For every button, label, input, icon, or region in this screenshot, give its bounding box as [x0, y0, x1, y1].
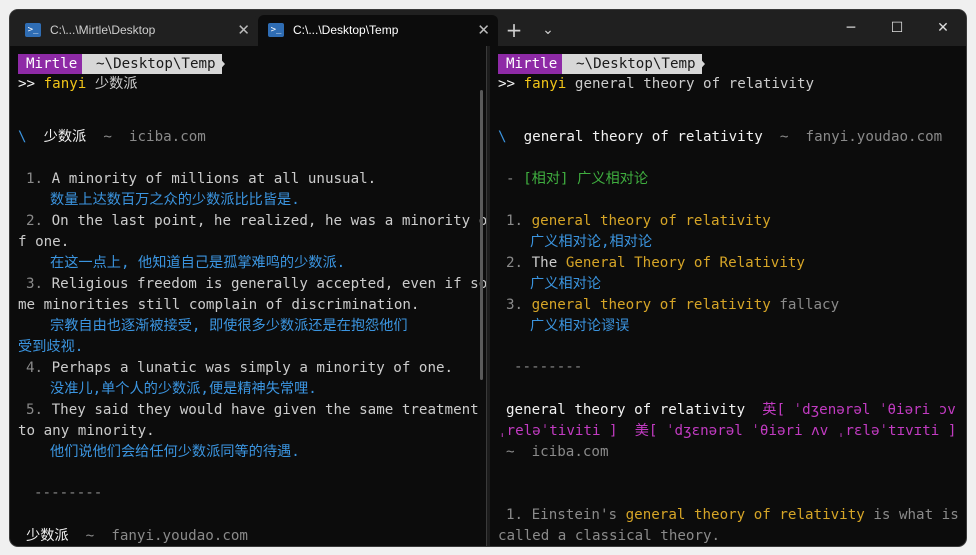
result-1: 1. general theory of relativity — [506, 213, 771, 229]
example-2: 2. On the last point, he realized, he wa… — [26, 213, 486, 229]
sentence-1: 1. Einstein's general theory of relativi… — [506, 507, 959, 523]
tab-bar: >_ C:\...\Mirtle\Desktop ✕ >_ C:\...\Des… — [10, 10, 966, 46]
tab-title: C:\...\Mirtle\Desktop — [50, 23, 156, 37]
tab-desktop[interactable]: >_ C:\...\Mirtle\Desktop ✕ — [15, 15, 258, 46]
prompt-user: Mirtle — [498, 54, 564, 74]
close-tab-icon[interactable]: ✕ — [477, 15, 490, 46]
example-4-translation: 没准儿,单个人的少数派,便是精神失常哩. — [50, 381, 317, 397]
close-window-button[interactable]: ✕ — [920, 10, 966, 46]
example-3: 3. Religious freedom is generally accept… — [26, 276, 486, 292]
separator: -------- — [34, 485, 103, 501]
result-2: 2. The General Theory of Relativity — [506, 255, 805, 271]
result-3-translation: 广义相对论谬误 — [530, 318, 630, 334]
iciba-footer: ~ iciba.com — [506, 444, 609, 460]
powerline-separator — [216, 54, 225, 74]
separator: -------- — [514, 359, 583, 375]
powershell-icon: >_ — [25, 23, 41, 37]
example-2-wrap: f one. — [18, 234, 70, 250]
prompt-path: ~\Desktop\Temp — [562, 54, 702, 74]
phonetic-line-wrap: ˌreləˈtiviti ] 美[ ˈdʒɛnərəl ˈθiəri ʌv ˌr… — [498, 423, 957, 439]
example-1: 1. A minority of millions at all unusual… — [26, 171, 377, 187]
prompt-path: ~\Desktop\Temp — [82, 54, 222, 74]
footer-source: 少数派 ~ fanyi.youdao.com — [26, 528, 248, 544]
powerline-separator — [696, 54, 705, 74]
example-3-translation: 宗教自由也逐渐被接受, 即使很多少数派还是在抱怨他们 — [50, 318, 408, 334]
terminal-window: >_ C:\...\Mirtle\Desktop ✕ >_ C:\...\Des… — [10, 10, 966, 546]
tab-title: C:\...\Desktop\Temp — [293, 23, 399, 37]
result-3: 3. general theory of relativity fallacy — [506, 297, 840, 313]
definition-line: - [相对] 广义相对论 — [506, 171, 649, 187]
maximize-button[interactable]: ☐ — [874, 10, 920, 46]
new-tab-button[interactable]: + — [500, 16, 528, 44]
example-5: 5. They said they would have given the s… — [26, 402, 479, 418]
example-3-translation-wrap: 受到歧视. — [18, 339, 84, 355]
close-tab-icon[interactable]: ✕ — [237, 15, 250, 46]
powershell-icon: >_ — [268, 23, 284, 37]
example-1-translation: 数量上达数百万之众的少数派比比皆是. — [50, 192, 300, 208]
prompt-user: Mirtle — [18, 54, 84, 74]
source-header: \ 少数派 ~ iciba.com — [18, 129, 206, 145]
source-header: \ general theory of relativity ~ fanyi.y… — [498, 129, 943, 145]
example-4: 4. Perhaps a lunatic was simply a minori… — [26, 360, 454, 376]
tab-temp[interactable]: >_ C:\...\Desktop\Temp ✕ — [258, 15, 498, 46]
example-5-wrap: to any minority. — [18, 423, 155, 439]
example-5-translation: 他们说他们会给任何少数派同等的待遇. — [50, 444, 300, 460]
result-2-translation: 广义相对论 — [530, 276, 601, 292]
minimize-button[interactable]: ─ — [828, 10, 874, 46]
right-pane[interactable]: Mirtle ~\Desktop\Temp >> fanyi general t… — [490, 46, 966, 546]
example-3-wrap: me minorities still complain of discrimi… — [18, 297, 420, 313]
command-line: >> fanyi general theory of relativity — [498, 76, 815, 92]
scrollbar[interactable] — [480, 90, 483, 380]
result-1-translation: 广义相对论,相对论 — [530, 234, 653, 250]
tab-dropdown-button[interactable]: ⌄ — [534, 16, 562, 44]
sentence-1-wrap: called a classical theory. — [498, 528, 721, 544]
left-pane[interactable]: Mirtle ~\Desktop\Temp >> fanyi 少数派 \ 少数派… — [10, 46, 486, 546]
example-2-translation: 在这一点上, 他知道自己是孤掌难鸣的少数派. — [50, 255, 346, 271]
command-line: >> fanyi 少数派 — [18, 76, 138, 92]
phonetic-line: general theory of relativity 英[ ˈdʒenərə… — [506, 402, 956, 418]
